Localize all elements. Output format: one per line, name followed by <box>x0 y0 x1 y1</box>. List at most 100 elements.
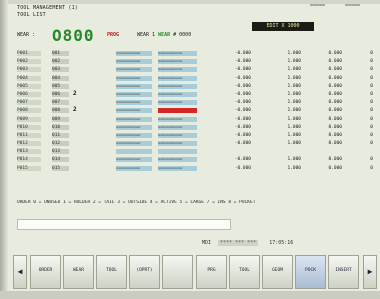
tip-cell: 0 <box>370 91 373 97</box>
offset-x-cell: -0.000 <box>234 165 251 171</box>
table-row[interactable]: P001 001 ========= ========= -0.000 1.000 0.00… <box>17 50 373 58</box>
key-input-field[interactable] <box>17 219 231 230</box>
table-row[interactable]: P012 012 ========= ========= -0.000 1.000 0.00… <box>17 140 373 148</box>
tool-name-cell: ========= <box>116 100 152 106</box>
pot-number-cell: 003 <box>52 67 69 73</box>
pot-number-cell: 015 <box>52 165 69 171</box>
table-row[interactable]: P004 004 ========= ========= -0.000 1.000 0.00… <box>17 75 373 83</box>
tool-mark-cell: 2 <box>73 89 77 97</box>
softkey-left-arrow[interactable]: ◀ <box>13 255 27 289</box>
radius-cell: 0.000 <box>328 165 342 171</box>
offset-x-cell: -0.000 <box>234 108 251 114</box>
tool-mark-cell <box>73 58 87 63</box>
tool-name-cell: ========= <box>116 165 152 171</box>
tool-name-cell: ========= <box>116 116 152 122</box>
tool-name2-cell: ========= <box>158 83 197 89</box>
softkey-tool[interactable]: TOOL <box>96 255 127 289</box>
softkey-prg[interactable]: PRG <box>196 255 227 289</box>
softkey-pock[interactable]: POCK <box>295 255 326 289</box>
softkey-right-arrow[interactable]: ▶ <box>363 255 377 289</box>
table-row[interactable]: P009 009 ========= ========= -0.000 1.000 0.00… <box>17 116 373 124</box>
offset-x-cell: -0.000 <box>234 124 251 130</box>
offset-z-cell: 1.000 <box>287 141 301 147</box>
mode-text: WEAR 1 <box>137 32 156 38</box>
status-line: MDI **** *** *** 17:05:16 <box>202 240 293 246</box>
table-row[interactable]: P010 010 ========= ========= -0.000 1.000 0.00… <box>17 124 373 132</box>
program-number: O800 <box>52 26 95 45</box>
tool-mark-cell <box>73 165 87 170</box>
table-row[interactable]: P003 003 ========= ========= -0.000 1.000 0.00… <box>17 66 373 74</box>
offset-z-cell: 1.000 <box>287 165 301 171</box>
tool-name-cell: ========= <box>116 124 152 130</box>
pot-number-cell: 013 <box>52 149 69 155</box>
offset-x-cell <box>213 149 251 154</box>
pot-id-cell: P004 <box>17 75 41 81</box>
offset-x-cell: -0.000 <box>234 83 251 89</box>
tip-cell <box>364 149 373 154</box>
tool-name2-cell: ========= <box>158 67 197 73</box>
tool-mark-cell <box>73 83 87 88</box>
pot-id-cell: P011 <box>17 132 41 138</box>
pot-id-cell: P010 <box>17 124 41 130</box>
tool-name-cell: ========= <box>116 83 152 89</box>
pot-number-cell: 008 <box>52 108 69 114</box>
radius-cell: 0.000 <box>328 157 342 163</box>
tip-cell: 0 <box>370 83 373 89</box>
pot-number-cell: 012 <box>52 141 69 147</box>
radius-cell: 0.000 <box>328 108 342 114</box>
table-row[interactable]: P006 006 2 ========= ========= -0.000 1.000 0.0… <box>17 89 373 99</box>
table-row[interactable]: P013 013 <box>17 148 373 156</box>
header-status-2: ===== <box>345 3 361 9</box>
pot-number-cell: 011 <box>52 132 69 138</box>
pot-id-cell: P012 <box>17 141 41 147</box>
tool-mark-cell <box>73 99 87 104</box>
screen-subtitle: TOOL LIST <box>17 12 46 18</box>
tip-cell: 0 <box>370 132 373 138</box>
tool-name-cell: ========= <box>116 75 152 81</box>
tip-cell: 0 <box>370 124 373 130</box>
offset-z-cell: 1.000 <box>287 132 301 138</box>
sequence-label: PROG <box>107 32 120 38</box>
tool-name2-cell: ========= <box>158 51 197 56</box>
offset-x-cell: -0.000 <box>234 67 251 73</box>
softkey-geom[interactable]: GEOM <box>262 255 293 289</box>
table-row[interactable]: P007 007 ========= ========= -0.000 1.000 0.00… <box>17 99 373 107</box>
offset-z-cell: 1.000 <box>287 51 301 56</box>
pot-id-cell: P002 <box>17 59 41 65</box>
pot-id-cell: P013 <box>17 149 41 155</box>
tip-cell: 0 <box>370 157 373 163</box>
softkey-tool[interactable]: TOOL <box>229 255 260 289</box>
tip-cell: 0 <box>370 75 373 81</box>
table-row[interactable]: P005 005 ========= ========= -0.000 1.000 0.00… <box>17 83 373 91</box>
tool-mark-cell: 2 <box>73 106 77 114</box>
softkey-insert[interactable]: INSERT <box>328 255 359 289</box>
table-row[interactable]: P011 011 ========= ========= -0.000 1.000 0.00… <box>17 132 373 140</box>
tool-name2-cell: ========= <box>158 91 197 97</box>
softkey-blank-4[interactable] <box>162 255 193 289</box>
tip-cell: 0 <box>370 141 373 147</box>
tool-name2-cell: ========= <box>158 132 197 138</box>
tool-mark-cell <box>73 156 87 161</box>
tool-name2-cell: ========= <box>158 100 197 106</box>
pot-id-cell: P015 <box>17 165 41 171</box>
program-mode-text: WEAR 1 WEAR # 0000 <box>137 32 191 38</box>
tool-name2-cell: ========= <box>158 124 197 130</box>
mode-green-text: WEAR <box>158 32 171 38</box>
softkey-wear[interactable]: WEAR <box>63 255 94 289</box>
softkey-oprt[interactable]: (OPRT) <box>129 255 160 289</box>
tip-cell: 0 <box>370 116 373 122</box>
pot-number-cell: 007 <box>52 100 69 106</box>
tool-name-cell: ========= <box>116 67 152 73</box>
offset-x-cell: -0.000 <box>234 141 251 147</box>
radius-cell: 0.000 <box>328 100 342 106</box>
radius-cell: 0.000 <box>328 91 342 97</box>
table-row[interactable]: P008 008 2 ========= -0.000 1.000 0.000 0 <box>17 107 373 115</box>
radius-cell: 0.000 <box>328 83 342 89</box>
table-row[interactable]: P002 002 ========= ========= -0.000 1.000 0.00… <box>17 58 373 66</box>
pot-id-cell: P014 <box>17 157 41 163</box>
table-row[interactable]: P014 014 ========= ========= -0.000 1.000 0.00… <box>17 156 373 164</box>
softkey-order[interactable]: ORDER <box>30 255 61 289</box>
tool-name2-cell <box>158 108 197 114</box>
pot-number-cell: 006 <box>52 91 69 97</box>
table-row[interactable]: P015 015 ========= ========= -0.000 1.000 0.00… <box>17 165 373 173</box>
